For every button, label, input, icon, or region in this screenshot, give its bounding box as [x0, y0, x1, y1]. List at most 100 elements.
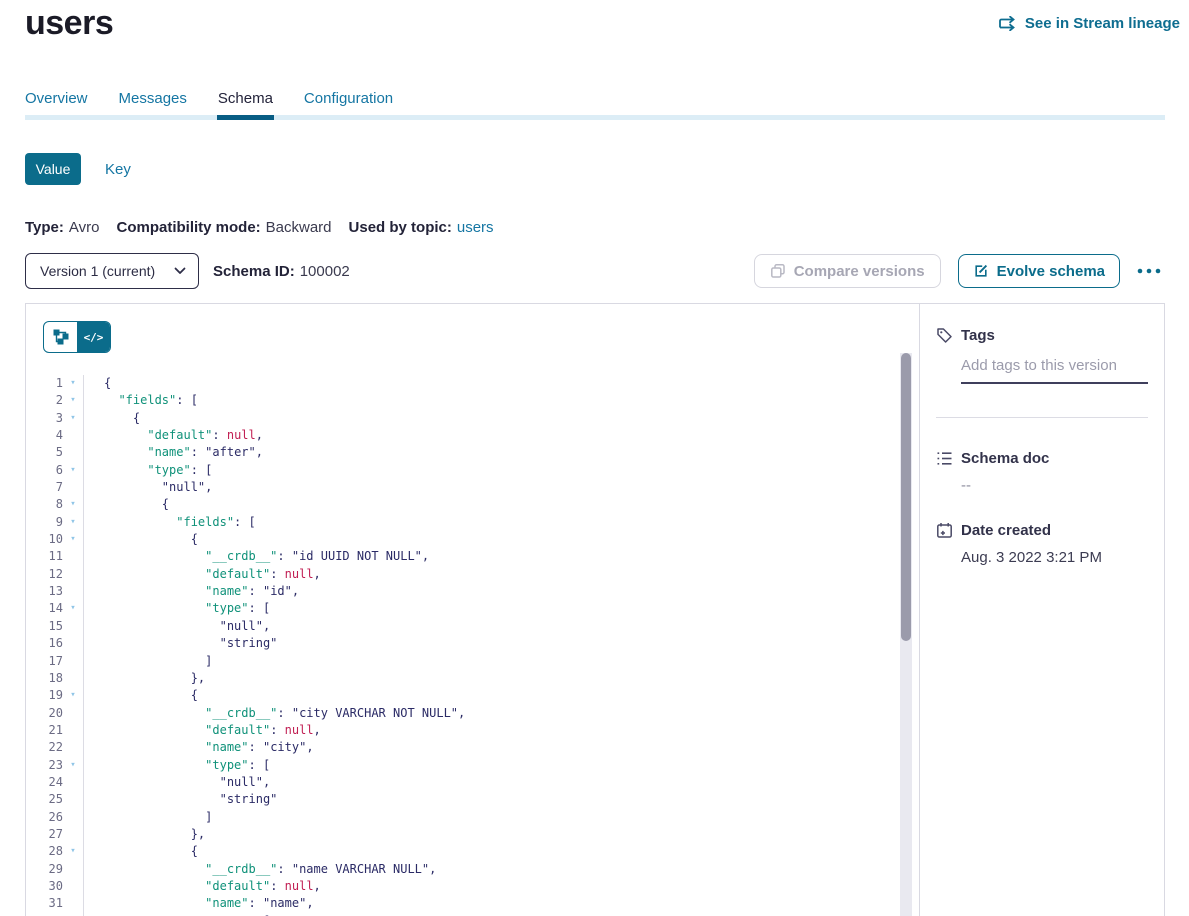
fold-arrow-icon[interactable]: ▾	[63, 375, 84, 392]
more-options-button[interactable]	[1133, 264, 1165, 278]
fold-arrow-icon[interactable]: ▾	[63, 392, 84, 409]
meta-value: Avro	[69, 219, 100, 236]
scrollbar-track[interactable]	[900, 353, 912, 916]
fold-gutter	[63, 548, 84, 565]
code-line-text: "fields": [	[84, 392, 198, 409]
fold-arrow-icon[interactable]: ▾	[63, 531, 84, 548]
used-by-topic-link[interactable]: users	[457, 219, 494, 236]
code-line-text: "type": [	[84, 600, 270, 617]
meta-value: Backward	[266, 219, 332, 236]
line-number: 25	[26, 791, 63, 808]
fold-arrow-icon[interactable]: ▾	[63, 843, 84, 860]
compare-versions-label: Compare versions	[794, 263, 925, 280]
line-number: 22	[26, 739, 63, 756]
code-line-text: "name": "city",	[84, 739, 314, 756]
value-tab-button[interactable]: Value	[25, 153, 81, 185]
meta-item: Used by topic:users	[349, 219, 494, 236]
stream-lineage-icon	[999, 16, 1018, 31]
line-number: 20	[26, 705, 63, 722]
fold-arrow-icon[interactable]: ▾	[63, 496, 84, 513]
code-line-text: "fields": [	[84, 514, 256, 531]
calendar-plus-icon	[936, 522, 953, 539]
fold-arrow-icon[interactable]: ▾	[63, 462, 84, 479]
tab-overview[interactable]: Overview	[25, 90, 88, 115]
line-number: 12	[26, 566, 63, 583]
code-line-text: "__crdb__": "id UUID NOT NULL",	[84, 548, 429, 565]
code-view-button[interactable]: </>	[77, 322, 110, 352]
line-number: 6	[26, 462, 63, 479]
schema-sidebar: Tags Schema doc -- Date created	[920, 304, 1164, 916]
line-number: 21	[26, 722, 63, 739]
code-line: 4 "default": null,	[26, 427, 919, 444]
fold-arrow-icon[interactable]: ▾	[63, 514, 84, 531]
fold-arrow-icon[interactable]: ▾	[63, 913, 84, 916]
fold-gutter	[63, 583, 84, 600]
code-view-icon: </>	[84, 331, 104, 344]
evolve-schema-button[interactable]: Evolve schema	[958, 254, 1120, 288]
code-line-text: "default": null,	[84, 566, 321, 583]
scrollbar-thumb[interactable]	[901, 353, 911, 641]
code-editor[interactable]: 1▾{2▾ "fields": [3▾ {4 "default": null,5…	[26, 375, 919, 916]
compare-versions-button[interactable]: Compare versions	[754, 254, 941, 288]
key-tab-button[interactable]: Key	[105, 161, 131, 178]
schema-id-value: 100002	[300, 263, 350, 280]
line-number: 32	[26, 913, 63, 916]
line-number: 31	[26, 895, 63, 912]
tags-input[interactable]	[961, 357, 1148, 384]
code-line: 26 ]	[26, 809, 919, 826]
fold-gutter	[63, 705, 84, 722]
code-line: 19▾ {	[26, 687, 919, 704]
version-select[interactable]: Version 1 (current)	[25, 253, 199, 289]
fold-gutter	[63, 444, 84, 461]
fold-gutter	[63, 826, 84, 843]
version-toolbar: Version 1 (current) Schema ID: 100002 Co…	[25, 253, 1165, 289]
schema-id: Schema ID: 100002	[213, 263, 350, 280]
code-line: 17 ]	[26, 653, 919, 670]
fold-arrow-icon[interactable]: ▾	[63, 600, 84, 617]
tree-view-button[interactable]	[44, 322, 77, 352]
code-line: 28▾ {	[26, 843, 919, 860]
code-line-text: "name": "id",	[84, 583, 299, 600]
code-line-text: "type": [	[84, 913, 270, 916]
code-line: 13 "name": "id",	[26, 583, 919, 600]
code-line: 14▾ "type": [	[26, 600, 919, 617]
code-line-text: "string"	[84, 791, 277, 808]
line-number: 26	[26, 809, 63, 826]
code-line: 9▾ "fields": [	[26, 514, 919, 531]
code-line: 5 "name": "after",	[26, 444, 919, 461]
fold-gutter	[63, 739, 84, 756]
schema-panel: </> 1▾{2▾ "fields": [3▾ {4 "default": nu…	[25, 303, 1165, 916]
tree-view-icon	[53, 329, 69, 345]
code-line: 1▾{	[26, 375, 919, 392]
code-line-text: "null",	[84, 774, 270, 791]
schema-code-panel: </> 1▾{2▾ "fields": [3▾ {4 "default": nu…	[26, 304, 920, 916]
code-line: 27 },	[26, 826, 919, 843]
date-created-title: Date created	[961, 522, 1051, 539]
meta-item: Type:Avro	[25, 219, 99, 236]
line-number: 24	[26, 774, 63, 791]
code-line: 25 "string"	[26, 791, 919, 808]
tab-messages[interactable]: Messages	[119, 90, 187, 115]
schema-doc-title: Schema doc	[961, 450, 1049, 467]
tab-schema[interactable]: Schema	[218, 90, 273, 115]
date-created-section-header: Date created	[936, 522, 1148, 539]
fold-gutter	[63, 722, 84, 739]
fold-arrow-icon[interactable]: ▾	[63, 687, 84, 704]
code-line: 8▾ {	[26, 496, 919, 513]
stream-lineage-link[interactable]: See in Stream lineage	[999, 15, 1180, 32]
code-line: 21 "default": null,	[26, 722, 919, 739]
tags-title: Tags	[961, 327, 995, 344]
evolve-schema-label: Evolve schema	[997, 263, 1105, 280]
code-line-text: {	[84, 410, 140, 427]
fold-arrow-icon[interactable]: ▾	[63, 410, 84, 427]
ellipsis-icon	[1137, 268, 1161, 274]
code-line-text: "type": [	[84, 462, 212, 479]
fold-arrow-icon[interactable]: ▾	[63, 757, 84, 774]
code-line-text: {	[84, 843, 198, 860]
tab-configuration[interactable]: Configuration	[304, 90, 393, 115]
schema-doc-value: --	[961, 477, 1148, 494]
fold-gutter	[63, 427, 84, 444]
fold-gutter	[63, 653, 84, 670]
stream-lineage-label: See in Stream lineage	[1025, 15, 1180, 32]
fold-gutter	[63, 618, 84, 635]
